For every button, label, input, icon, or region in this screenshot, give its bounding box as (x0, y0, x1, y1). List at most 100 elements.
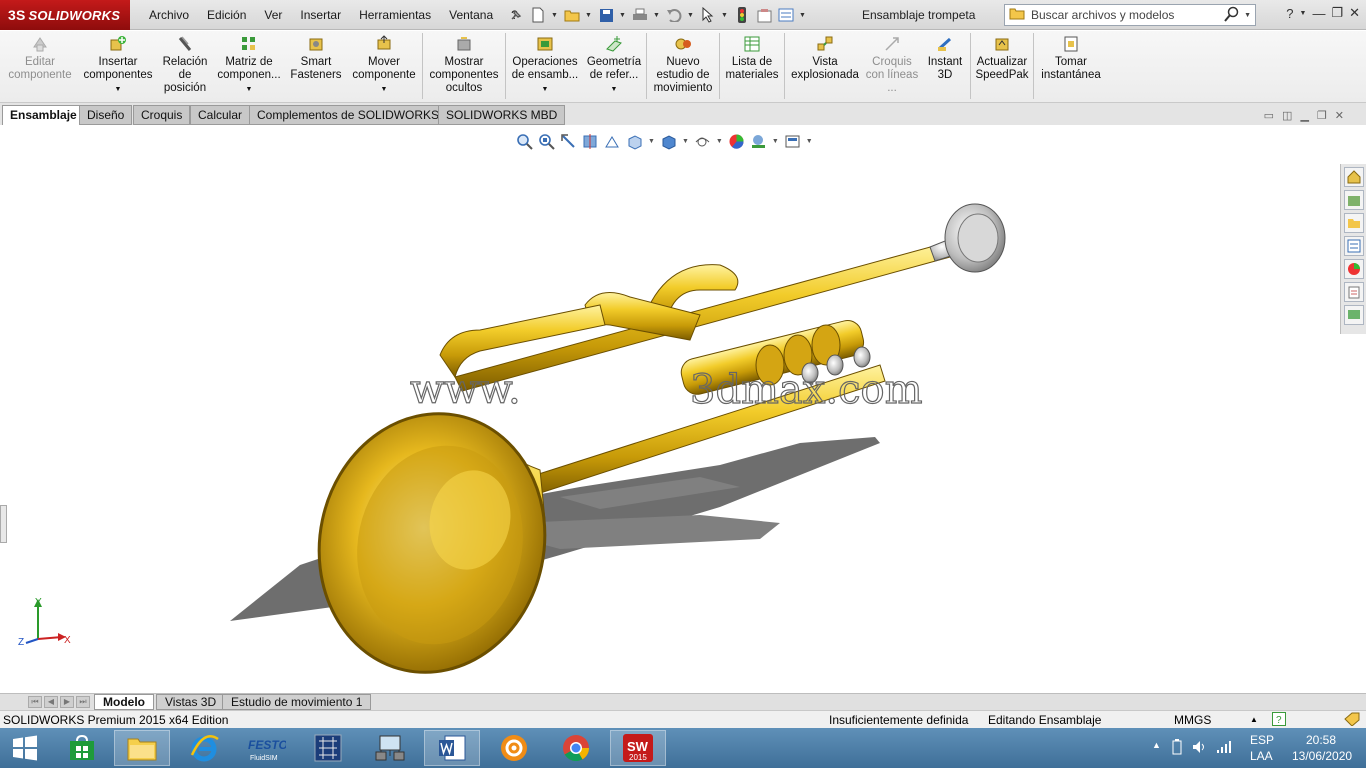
input-language[interactable]: ESP (1250, 733, 1274, 747)
take-snapshot-button[interactable]: Tomar instantánea (1036, 35, 1106, 101)
file-explorer-icon[interactable] (1344, 213, 1364, 233)
help-icon[interactable]: ? (1286, 6, 1293, 21)
rebuild-traffic-light-icon[interactable] (733, 6, 751, 24)
viewport-restore-icon[interactable]: ❐ (1317, 109, 1327, 122)
insert-components-dropdown-icon[interactable]: ▼ (115, 83, 122, 96)
new-dropdown-icon[interactable]: ▼ (551, 12, 559, 19)
component-pattern-button[interactable]: Matriz de componen... ▼ (214, 35, 284, 101)
menu-archivo[interactable]: Archivo (140, 8, 198, 22)
menu-insertar[interactable]: Insertar (291, 8, 350, 22)
design-library-icon[interactable] (1344, 190, 1364, 210)
reference-geometry-dropdown-icon[interactable]: ▼ (611, 83, 618, 96)
tab-ensamblaje[interactable]: Ensamblaje (2, 105, 85, 126)
tab-vistas-3d[interactable]: Vistas 3D (156, 694, 226, 710)
undo-icon[interactable] (665, 6, 683, 24)
unit-system-toggle-icon[interactable]: ▲ (1250, 715, 1258, 724)
reference-geometry-button[interactable]: Geometría de refer... ▼ (584, 35, 644, 101)
solidworks-resources-icon[interactable] (1344, 167, 1364, 187)
update-speedpak-button[interactable]: Actualizar SpeedPak (972, 35, 1032, 101)
edit-component-button[interactable]: Editar componente (6, 35, 74, 101)
mate-button[interactable]: Relación de posición (160, 35, 210, 101)
pin-icon[interactable] (507, 6, 525, 24)
search-input[interactable]: Buscar archivos y modelos (1031, 8, 1224, 22)
custom-properties-icon[interactable] (1344, 282, 1364, 302)
search-box[interactable]: Buscar archivos y modelos ▼ (1004, 4, 1256, 26)
component-pattern-dropdown-icon[interactable]: ▼ (246, 83, 253, 96)
insert-components-button[interactable]: Insertar componentes ▼ (80, 35, 156, 101)
tab-calcular[interactable]: Calcular (190, 105, 251, 125)
graphics-area[interactable]: ▼ ▼ ▼ ▼ ▼ www. 3dmax.com Y X Z (0, 125, 1340, 693)
tile-vertical-icon[interactable]: ◫ (1282, 109, 1292, 122)
first-tab-icon[interactable]: ⏮ (28, 696, 42, 708)
taskbar-chrome[interactable] (548, 730, 604, 766)
explode-line-sketch-button[interactable]: Croquis con líneas ... (864, 35, 920, 101)
open-folder-icon[interactable] (563, 6, 581, 24)
menu-ver[interactable]: Ver (255, 8, 291, 22)
unit-system[interactable]: MMGS (1174, 713, 1211, 727)
tab-estudio-movimiento[interactable]: Estudio de movimiento 1 (222, 694, 372, 710)
save-dropdown-icon[interactable]: ▼ (619, 12, 627, 19)
file-properties-icon[interactable] (755, 6, 773, 24)
taskbar-solidworks[interactable]: SW 2015 (610, 730, 666, 766)
tab-solidworks-mbd[interactable]: SOLIDWORKS MBD (438, 105, 566, 125)
undo-dropdown-icon[interactable]: ▼ (687, 12, 695, 19)
close-icon[interactable]: ✕ (1349, 5, 1360, 21)
tile-horizontal-icon[interactable]: ▭ (1264, 109, 1274, 122)
clock-date[interactable]: 13/06/2020 (1292, 749, 1352, 763)
feature-manager-collapse-handle[interactable] (0, 505, 7, 543)
move-component-dropdown-icon[interactable]: ▼ (381, 83, 388, 96)
tab-diseno[interactable]: Diseño (79, 105, 133, 125)
viewport-close-icon[interactable]: ✕ (1335, 109, 1344, 122)
rebuild-tag-icon[interactable] (1344, 712, 1360, 729)
select-dropdown-icon[interactable]: ▼ (721, 12, 729, 19)
network-signal-icon[interactable] (1216, 740, 1232, 757)
taskbar-festo-fluidsim[interactable]: FESTO FluidSIM (238, 730, 294, 766)
taskbar-circuit-app[interactable] (300, 730, 356, 766)
taskbar-network-app[interactable] (362, 730, 418, 766)
next-tab-icon[interactable]: ▶ (60, 696, 74, 708)
show-hidden-components-button[interactable]: Mostrar componentes ocultos (426, 35, 502, 101)
last-tab-icon[interactable]: ⏭ (76, 696, 90, 708)
tab-croquis[interactable]: Croquis (133, 105, 191, 125)
solidworks-forum-icon[interactable] (1344, 305, 1364, 325)
tab-complementos[interactable]: Complementos de SOLIDWORKS (249, 105, 448, 125)
tab-modelo[interactable]: Modelo (94, 694, 154, 710)
minimize-icon[interactable]: — (1312, 6, 1325, 21)
keyboard-layout[interactable]: LAA (1250, 749, 1273, 763)
menu-ventana[interactable]: Ventana (440, 8, 502, 22)
help-dropdown-icon[interactable]: ▼ (1300, 10, 1307, 17)
trumpet-model[interactable]: www. 3dmax.com Y X Z (0, 125, 1340, 693)
previous-tab-icon[interactable]: ◀ (44, 696, 58, 708)
volume-icon[interactable] (1192, 740, 1208, 757)
smart-fasteners-button[interactable]: Smart Fasteners (288, 35, 344, 101)
menu-edicion[interactable]: Edición (198, 8, 255, 22)
taskbar-internet-explorer[interactable] (176, 730, 232, 766)
search-icon[interactable] (1224, 6, 1240, 25)
restore-icon[interactable]: ❐ (1331, 5, 1343, 21)
move-component-button[interactable]: Mover componente ▼ (348, 35, 420, 101)
menu-herramientas[interactable]: Herramientas (350, 8, 440, 22)
view-palette-icon[interactable] (1344, 236, 1364, 256)
power-icon[interactable] (1170, 739, 1184, 758)
viewport-minimize-icon[interactable]: ▁ (1300, 109, 1308, 122)
start-button[interactable] (0, 730, 50, 766)
instant-3d-button[interactable]: Instant 3D (922, 35, 968, 101)
select-arrow-icon[interactable] (699, 6, 717, 24)
save-icon[interactable] (597, 6, 615, 24)
solidworks-logo[interactable]: 3S SOLIDWORKS (0, 0, 130, 30)
new-motion-study-button[interactable]: Nuevo estudio de movimiento (648, 35, 718, 101)
assembly-features-button[interactable]: Operaciones de ensamb... ▼ (508, 35, 582, 101)
open-dropdown-icon[interactable]: ▼ (585, 12, 593, 19)
taskbar-word[interactable] (424, 730, 480, 766)
taskbar-settings-app[interactable] (486, 730, 542, 766)
show-hidden-icons-icon[interactable]: ▲ (1152, 740, 1161, 750)
status-help-icon[interactable]: ? (1272, 712, 1286, 729)
options-icon[interactable] (777, 6, 795, 24)
clock-time[interactable]: 20:58 (1306, 733, 1336, 747)
bill-of-materials-button[interactable]: Lista de materiales (722, 35, 782, 101)
print-icon[interactable] (631, 6, 649, 24)
search-dropdown-icon[interactable]: ▼ (1244, 12, 1251, 19)
appearances-icon[interactable] (1344, 259, 1364, 279)
options-dropdown-icon[interactable]: ▼ (799, 12, 807, 19)
new-document-icon[interactable] (529, 6, 547, 24)
